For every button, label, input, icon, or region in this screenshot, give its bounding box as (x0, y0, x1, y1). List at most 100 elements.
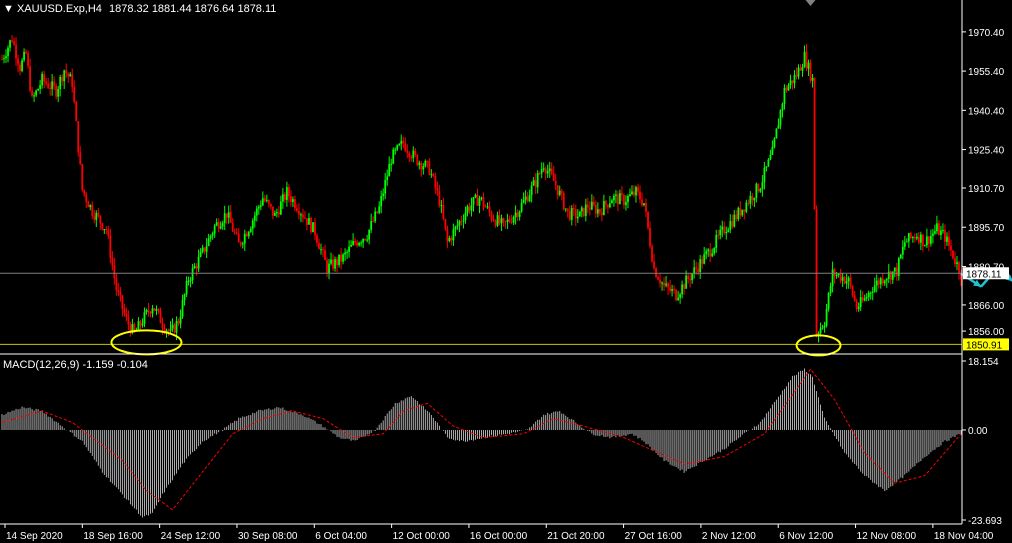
candle-body (741, 209, 744, 216)
candle-body (237, 233, 240, 243)
price-tick-label: 1866.00 (968, 301, 1005, 312)
candle-body (185, 281, 188, 295)
candle-body (711, 253, 714, 257)
candle-body (909, 233, 912, 238)
candle-body (384, 180, 387, 194)
candle-body (197, 256, 200, 269)
candle-body (745, 202, 748, 212)
candle-body (145, 310, 148, 313)
candle-body (813, 77, 816, 210)
price-panel[interactable] (0, 35, 1012, 357)
candle-body (938, 223, 940, 236)
candle-body (651, 246, 653, 262)
candle-body (625, 202, 627, 205)
candle-body (494, 220, 497, 226)
candle-body (667, 283, 669, 288)
macd-panel[interactable] (1, 368, 962, 518)
candle-body (606, 204, 609, 208)
candle-body (179, 316, 182, 324)
candle-body (847, 277, 850, 282)
candle-body (879, 278, 882, 285)
candle-body (213, 225, 216, 234)
chart-svg[interactable]: 1850.911878.111970.401955.401940.401925.… (0, 0, 1012, 543)
candle-body (263, 198, 266, 201)
candle-body (564, 208, 567, 210)
candle-body (779, 110, 782, 126)
candle-body (245, 233, 248, 237)
candle-body (259, 205, 262, 207)
candle-body (189, 279, 192, 281)
candle-body (717, 234, 720, 236)
candle-body (488, 206, 491, 213)
candle-body (733, 214, 736, 227)
candle-body (871, 291, 874, 293)
candle-body (671, 289, 673, 291)
candle-body (283, 194, 286, 200)
candle-body (598, 209, 601, 213)
candle-body (899, 254, 902, 259)
candle-body (77, 121, 80, 153)
candle-body (93, 215, 96, 220)
candle-body (352, 241, 354, 245)
candle-body (199, 251, 202, 257)
candle-body (747, 202, 750, 204)
candle-body (679, 294, 682, 298)
candle-body (271, 206, 274, 216)
candle-body (827, 293, 830, 309)
candle-body (466, 206, 469, 213)
candle-body (21, 60, 23, 71)
candle-body (468, 206, 471, 211)
candle-body (95, 212, 98, 220)
candle-body (438, 190, 441, 206)
candle-body (921, 234, 924, 246)
candle-body (346, 251, 348, 253)
candle-body (334, 259, 336, 269)
candle-body (239, 242, 242, 245)
candle-body (294, 199, 296, 209)
candle-body (332, 259, 334, 269)
candle-body (251, 220, 254, 229)
candle-body (609, 203, 611, 208)
candle-body (885, 278, 888, 281)
candle-body (851, 286, 854, 296)
candle-body (462, 220, 465, 222)
candle-body (223, 213, 226, 224)
candle-body (542, 168, 545, 170)
candle-body (807, 62, 810, 69)
candle-body (440, 205, 443, 207)
candle-body (480, 197, 483, 199)
scroll-marker-icon[interactable] (805, 0, 816, 6)
candle-body (653, 261, 655, 269)
candle-body (932, 233, 934, 236)
candle-body (171, 324, 174, 329)
candle-body (675, 289, 678, 301)
candle-body (7, 47, 9, 57)
candle-body (318, 242, 320, 250)
candle-body (177, 320, 180, 324)
candle-body (328, 263, 330, 274)
candle-body (907, 233, 910, 242)
candle-body (39, 85, 42, 90)
candle-body (787, 85, 790, 91)
candle-body (683, 284, 686, 289)
candle-body (532, 180, 535, 186)
candle-body (721, 226, 724, 230)
time-tick-label: 6 Nov 12:00 (779, 531, 833, 542)
candle-body (663, 282, 665, 286)
candle-body (464, 212, 467, 221)
candle-body (841, 277, 844, 281)
candle-body (113, 265, 116, 278)
candle-body (588, 207, 591, 210)
candle-body (613, 195, 615, 201)
candle-body (578, 211, 581, 217)
candle-body (436, 187, 439, 191)
candle-body (340, 254, 342, 262)
candle-body (883, 280, 886, 284)
candle-body (925, 236, 928, 246)
candle-body (701, 259, 704, 264)
candle-body (811, 77, 814, 81)
candle-body (360, 242, 363, 244)
candle-body (378, 206, 381, 213)
macd-tick-label: 18.154 (968, 357, 999, 368)
candle-body (370, 221, 373, 230)
